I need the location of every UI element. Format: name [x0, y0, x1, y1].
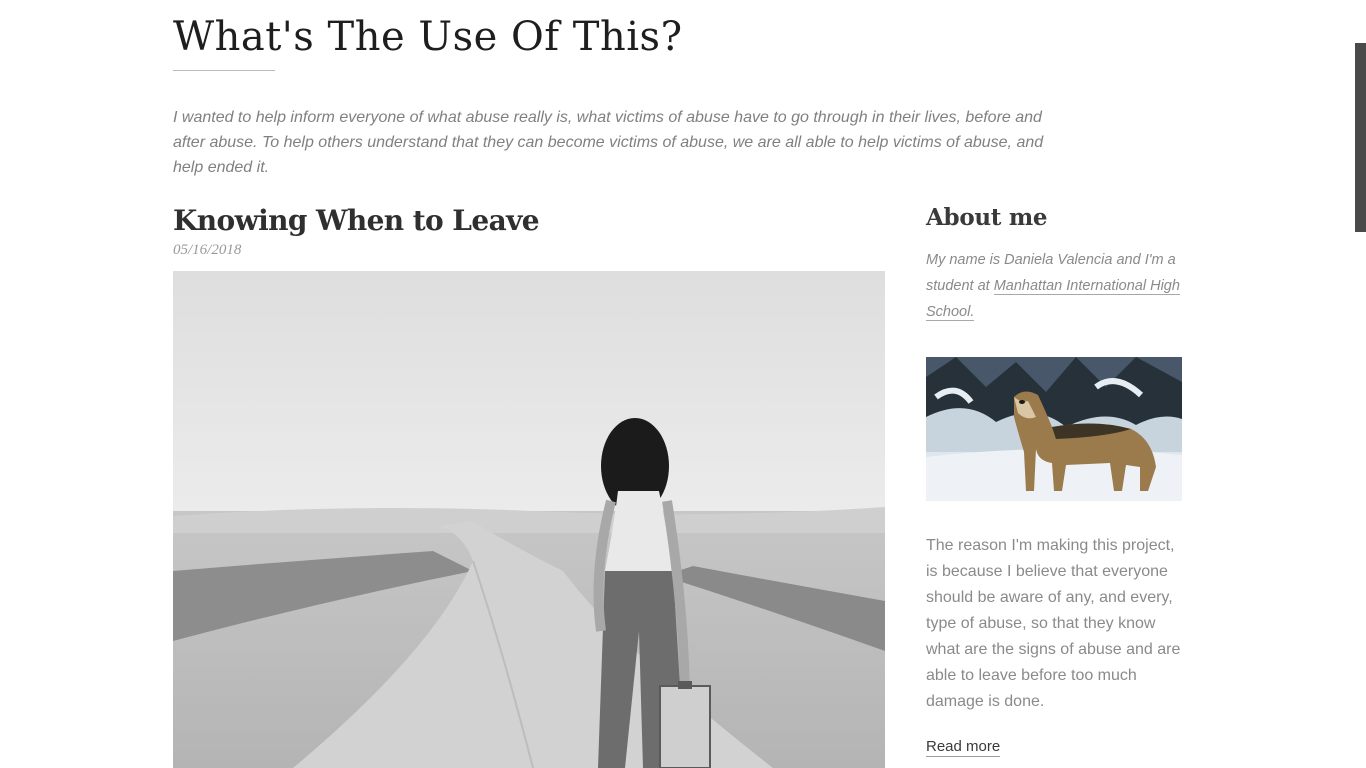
title-underline: [173, 70, 275, 71]
scrollbar-thumb[interactable]: [1355, 43, 1366, 232]
post-title[interactable]: Knowing When to Leave: [173, 204, 540, 237]
post-image: [173, 271, 885, 768]
woman-road-photo-icon: [173, 271, 885, 768]
about-me-heading: About me: [926, 204, 1048, 231]
site-title[interactable]: What's The Use Of This?: [173, 14, 683, 60]
post-date: 05/16/2018: [173, 242, 242, 258]
about-intro: My name is Daniela Valencia and I'm a st…: [926, 247, 1182, 325]
wolf-photo-icon: [926, 357, 1182, 501]
read-more-link[interactable]: Read more: [926, 737, 1001, 757]
wolf-image: [926, 357, 1182, 501]
about-body-text: The reason I'm making this project, is b…: [926, 537, 1181, 710]
site-description: I wanted to help inform everyone of what…: [173, 109, 1044, 176]
